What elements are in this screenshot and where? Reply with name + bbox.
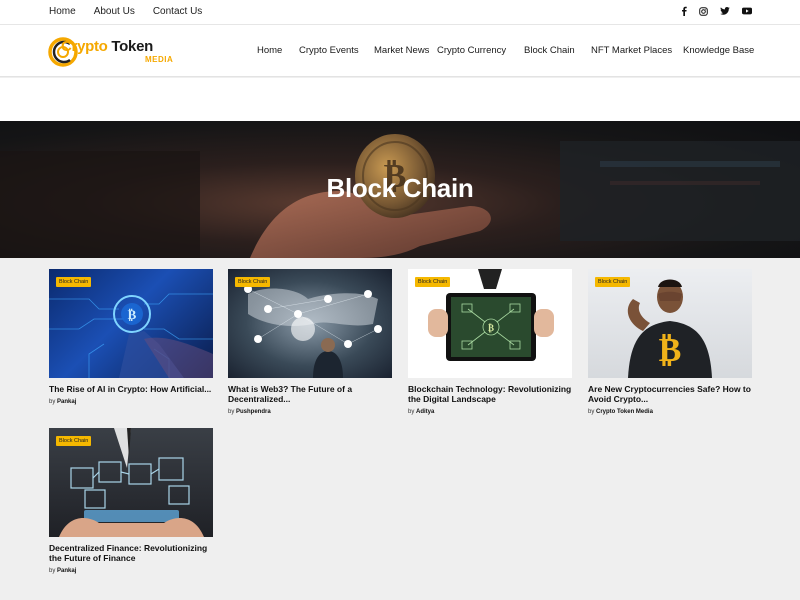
post-byline: by Pushpendra [228, 409, 271, 415]
post-author[interactable]: Aditya [416, 409, 434, 415]
category-hero: ₿ Block Chain [0, 121, 800, 258]
post-author[interactable]: Pushpendra [236, 409, 271, 415]
category-badge[interactable]: Block Chain [235, 277, 271, 287]
post-card[interactable]: ₿ Block Chain Blockchain Technology: Rev… [408, 269, 572, 415]
site-header: Crypto Token MEDIA Home Crypto Events Ma… [0, 25, 800, 77]
nav-item-crypto-currency[interactable]: Crypto Currency [437, 45, 506, 56]
nav-item-nft-market-places[interactable]: NFT Market Places [591, 45, 672, 56]
svg-text:₿: ₿ [659, 330, 682, 370]
post-title[interactable]: What is Web3? The Future of a Decentrali… [228, 384, 392, 404]
nav-item-knowledge-base[interactable]: Knowledge Base [683, 45, 754, 56]
category-badge[interactable]: Block Chain [415, 277, 451, 287]
post-thumbnail[interactable]: Block Chain [49, 428, 213, 537]
twitter-icon[interactable] [720, 7, 730, 15]
top-links: Home About Us Contact Us [49, 6, 202, 17]
page-title: Block Chain [326, 173, 474, 203]
post-thumbnail[interactable]: ₿ Block Chain [588, 269, 752, 378]
post-card[interactable]: ₿ Block Chain Are New Cryptocurrencies S… [588, 269, 752, 415]
top-link-home[interactable]: Home [49, 6, 76, 17]
category-badge[interactable]: Block Chain [56, 277, 92, 287]
nav-item-crypto-events[interactable]: Crypto Events [299, 45, 359, 56]
category-badge[interactable]: Block Chain [595, 277, 631, 287]
header-spacer [0, 78, 800, 121]
nav-item-block-chain[interactable]: Block Chain [524, 45, 575, 56]
facebook-icon[interactable] [681, 6, 687, 16]
post-byline: by Pankaj [49, 568, 77, 574]
svg-text:₿: ₿ [488, 323, 494, 334]
post-card[interactable]: Block Chain What is Web3? The Future of … [228, 269, 392, 415]
top-link-about-us[interactable]: About Us [94, 6, 135, 17]
main-nav: Home Crypto Events Market News Crypto Cu… [0, 45, 800, 59]
post-title[interactable]: Decentralized Finance: Revolutionizing t… [49, 543, 213, 563]
top-link-contact-us[interactable]: Contact Us [153, 6, 202, 17]
category-badge[interactable]: Block Chain [56, 436, 92, 446]
post-thumbnail[interactable]: ₿ Block Chain [49, 269, 213, 378]
svg-text:₿: ₿ [128, 308, 137, 323]
post-thumbnail[interactable]: Block Chain [228, 269, 392, 378]
post-byline: by Crypto Token Media [588, 409, 653, 415]
post-card[interactable]: Block Chain Decentralized Finance: Revol… [49, 428, 213, 574]
instagram-icon[interactable] [699, 6, 708, 16]
post-author[interactable]: Crypto Token Media [596, 409, 653, 415]
top-bar: Home About Us Contact Us [0, 0, 800, 25]
post-title[interactable]: Blockchain Technology: Revolutionizing t… [408, 384, 572, 404]
post-title[interactable]: The Rise of AI in Crypto: How Artificial… [49, 384, 213, 394]
nav-item-home[interactable]: Home [257, 45, 282, 56]
social-links [681, 6, 752, 16]
post-author[interactable]: Pankaj [57, 399, 76, 405]
youtube-icon[interactable] [742, 7, 752, 15]
post-byline: by Aditya [408, 409, 435, 415]
post-card[interactable]: ₿ Block Chain The Rise of AI in Crypto: … [49, 269, 213, 405]
post-thumbnail[interactable]: ₿ Block Chain [408, 269, 572, 378]
post-author[interactable]: Pankaj [57, 568, 76, 574]
post-title[interactable]: Are New Cryptocurrencies Safe? How to Av… [588, 384, 752, 404]
post-byline: by Pankaj [49, 399, 77, 405]
nav-item-market-news[interactable]: Market News [374, 45, 429, 56]
